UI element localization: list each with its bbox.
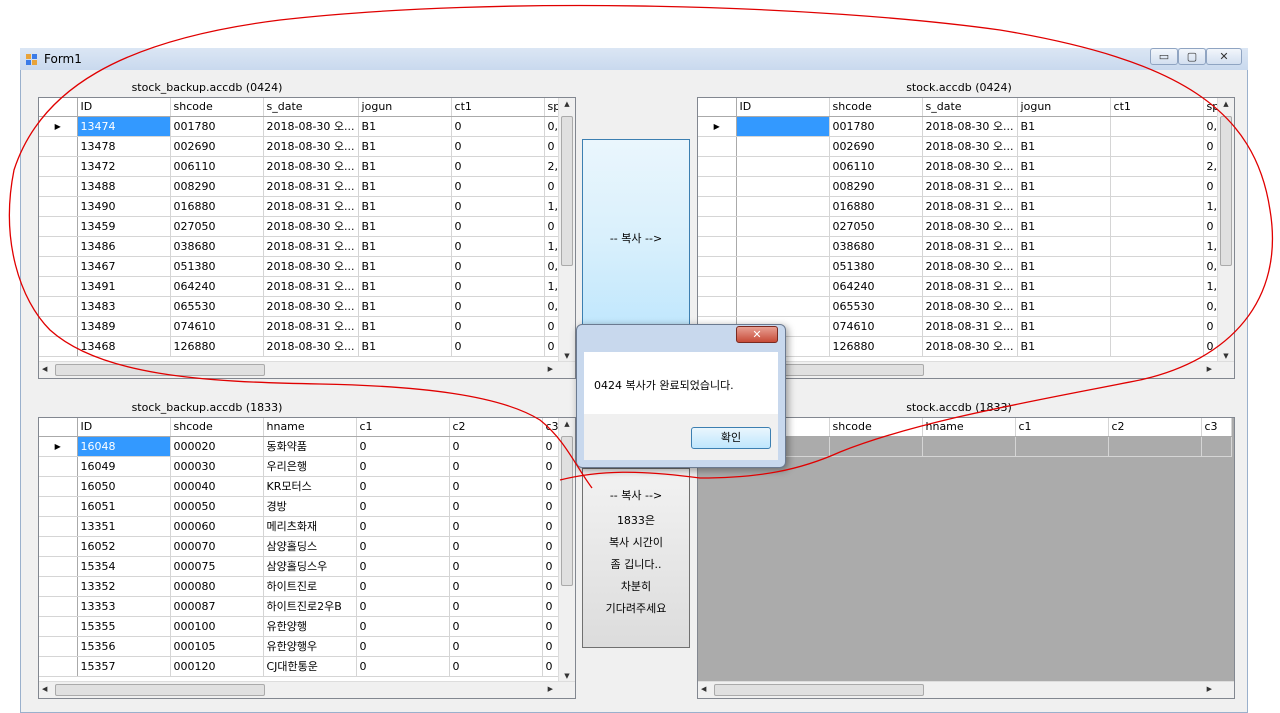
red-annotation-ellipse: [8, 4, 1274, 489]
